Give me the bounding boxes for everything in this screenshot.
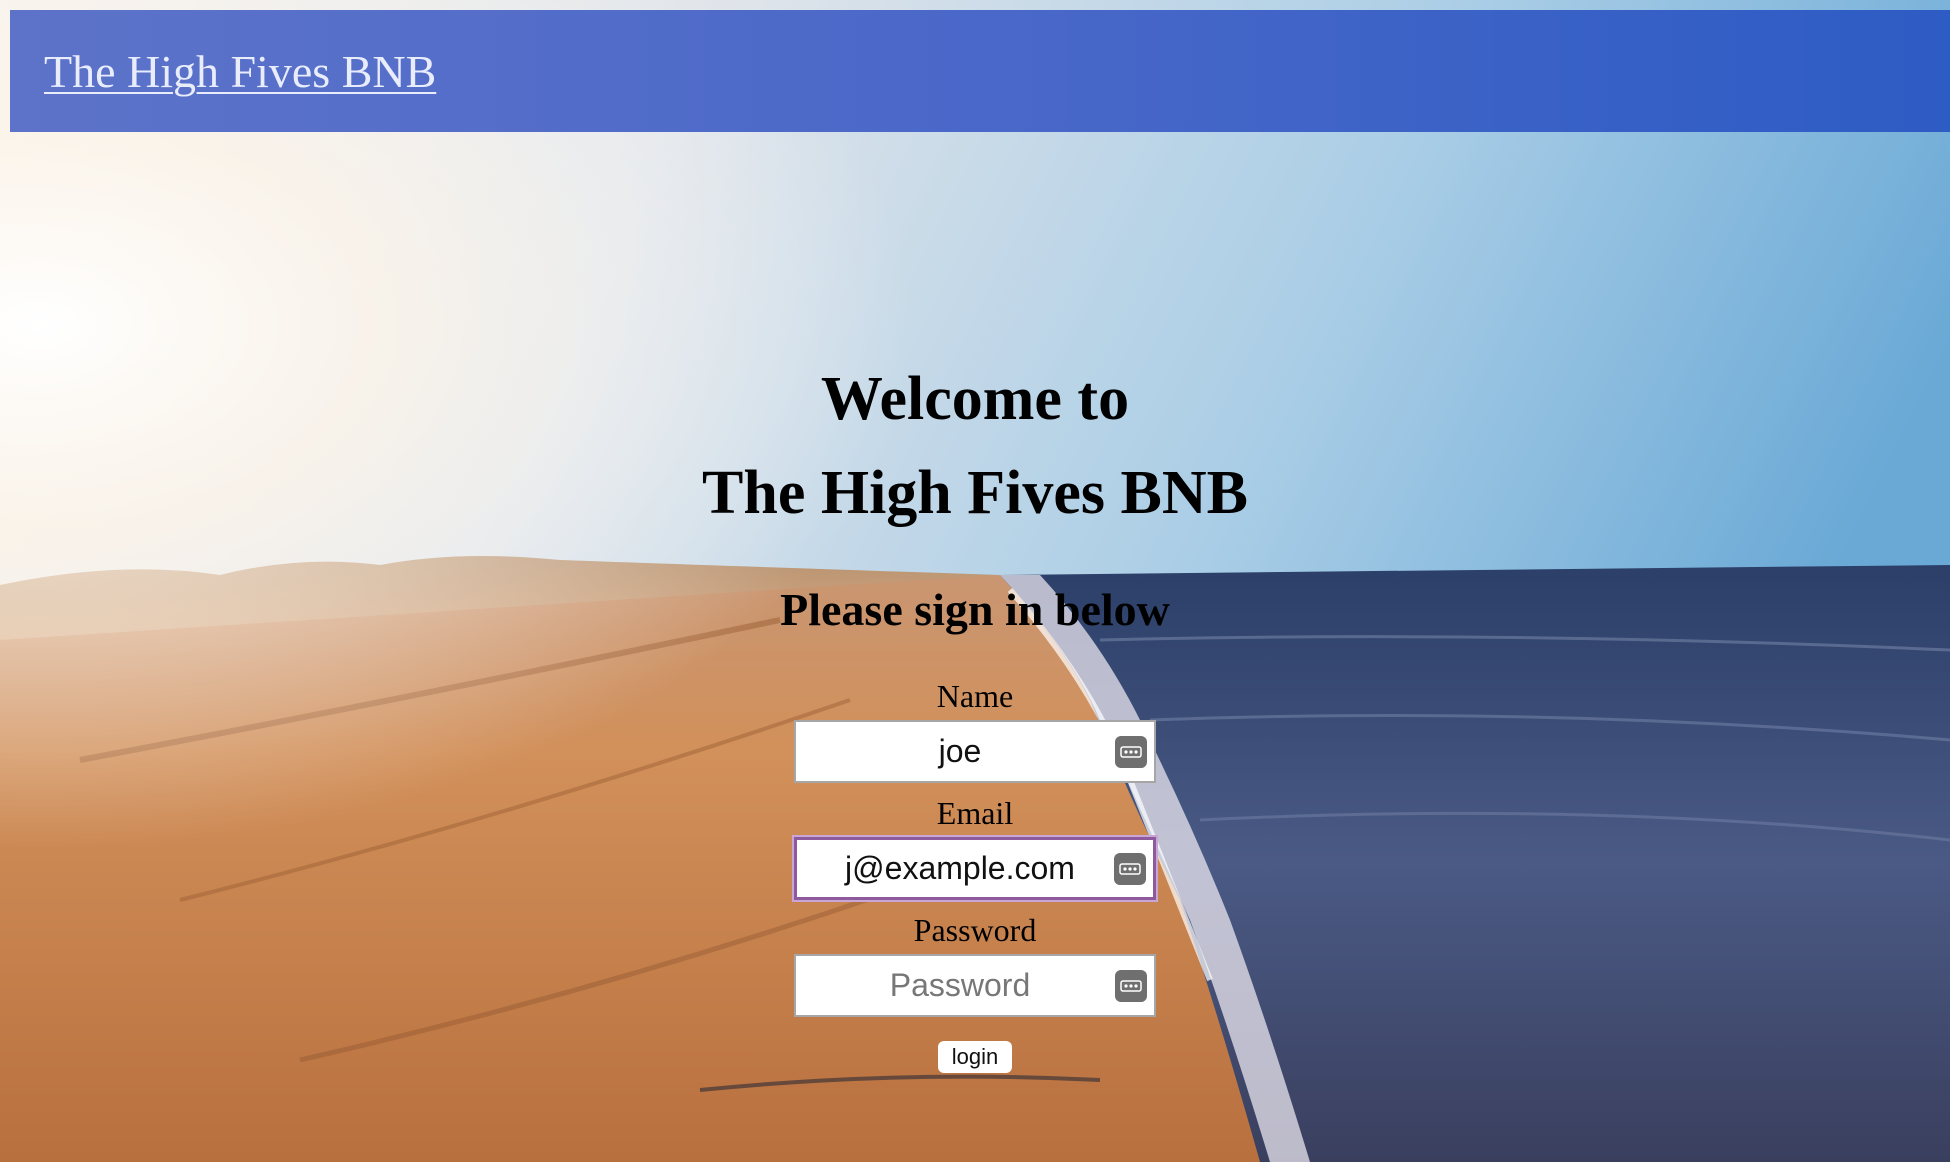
password-input[interactable] [796,956,1154,1015]
name-label: Name [936,678,1014,714]
login-button[interactable]: login [937,1041,1013,1073]
sign-in-subtitle: Please sign in below [780,584,1170,635]
password-field-wrapper [794,954,1156,1017]
email-label: Email [936,795,1014,831]
autofill-key-icon[interactable] [1115,735,1147,768]
name-input[interactable] [796,722,1154,781]
email-field-wrapper [794,837,1156,900]
sign-in-form: Name Email [0,672,1950,1073]
brand-link[interactable]: The High Fives BNB [44,45,436,98]
top-navbar: The High Fives BNB [10,10,1950,132]
password-label: Password [913,912,1037,948]
welcome-line-1: Welcome to [820,365,1130,433]
autofill-key-icon[interactable] [1115,969,1147,1002]
email-input[interactable] [797,840,1153,897]
welcome-heading: Welcome to The High Fives BNB [0,352,1950,540]
welcome-line-2: The High Fives BNB [701,459,1248,527]
page: The High Fives BNB Welcome to The High F… [0,0,1950,1162]
name-field-wrapper [794,720,1156,783]
autofill-key-icon[interactable] [1114,852,1146,885]
